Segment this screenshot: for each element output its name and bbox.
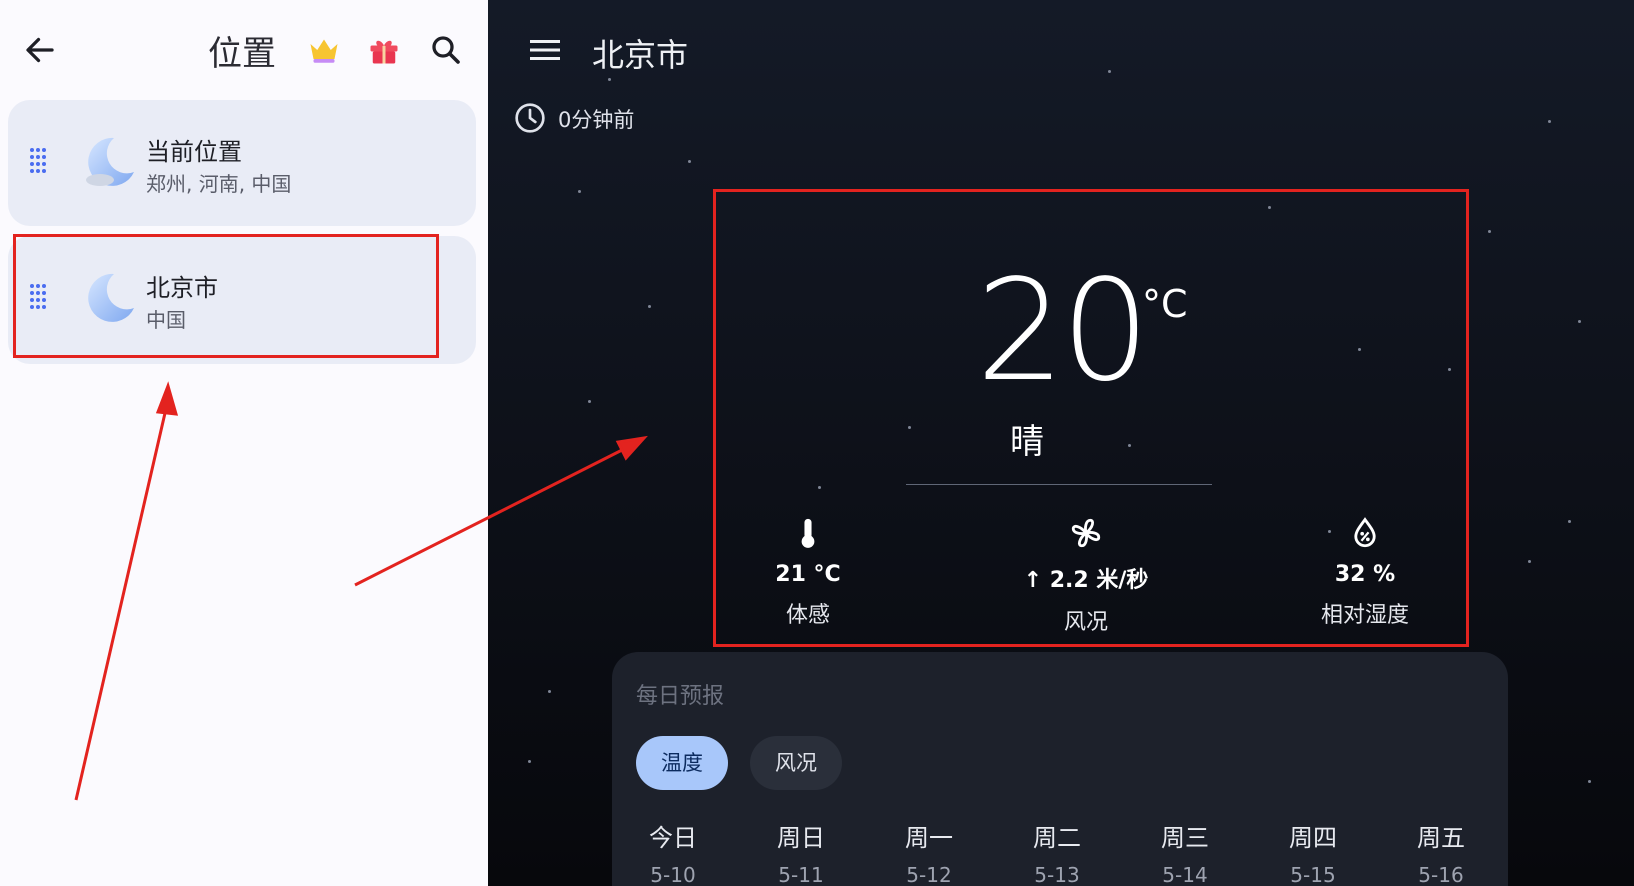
location-subtitle: 郑州, 河南, 中国 [146,172,292,196]
star [1588,780,1591,783]
forecast-day[interactable]: 周五 5-16 [1386,818,1496,886]
star [1528,560,1531,563]
city-title: 北京市 [592,36,689,74]
search-icon[interactable] [428,32,464,68]
day-date: 5-12 [906,863,952,886]
day-date: 5-10 [650,863,696,886]
star [1568,520,1571,523]
daily-forecast-card: 每日预报 温度 风况 今日 5-10 周日 5-11 周一 5-12 周二 5-… [612,652,1508,886]
updated-time: 0分钟前 [558,108,635,132]
menu-icon[interactable] [528,36,562,64]
day-date: 5-11 [778,863,824,886]
crown-icon[interactable] [306,32,342,68]
star [548,690,551,693]
highlight-box-selected-location [13,234,439,358]
locations-toolbar: 位置 [0,0,488,100]
gift-icon[interactable] [366,32,402,68]
star [1488,230,1491,233]
star [608,78,611,81]
star [578,190,581,193]
forecast-day[interactable]: 周三 5-14 [1130,818,1240,886]
moon-cloud-icon [86,137,134,186]
locations-panel: 位置 当前位置 郑州, 河南, 中国 北京市 中国 [0,0,488,886]
weather-panel: 北京市 0分钟前 20 °C 晴 21 °C 体感 ↑ 2.2 米/秒 风况 3… [488,0,1634,886]
forecast-day[interactable]: 周一 5-12 [874,818,984,886]
day-name: 周日 [777,824,825,852]
day-date: 5-14 [1162,863,1208,886]
day-name: 今日 [649,824,697,852]
day-name: 周五 [1417,824,1465,852]
day-name: 周一 [905,824,953,852]
day-date: 5-16 [1418,863,1464,886]
clock-icon [515,103,545,133]
tab-wind[interactable]: 风况 [750,736,842,790]
back-arrow-icon[interactable] [22,32,58,68]
location-card-current[interactable]: 当前位置 郑州, 河南, 中国 [8,100,476,226]
day-name: 周三 [1161,824,1209,852]
location-name: 当前位置 [146,138,242,166]
page-title: 位置 [208,34,276,74]
tab-temperature[interactable]: 温度 [636,736,728,790]
star [688,160,691,163]
day-name: 周二 [1033,824,1081,852]
drag-handle-icon[interactable] [28,146,48,174]
day-date: 5-13 [1034,863,1080,886]
forecast-day[interactable]: 周四 5-15 [1258,818,1368,886]
day-date: 5-15 [1290,863,1336,886]
daily-forecast-title: 每日预报 [636,684,725,709]
day-name: 周四 [1289,824,1337,852]
forecast-day[interactable]: 周二 5-13 [1002,818,1112,886]
forecast-day[interactable]: 今日 5-10 [618,818,728,886]
star [528,760,531,763]
star [1548,120,1551,123]
highlight-box-current-weather [713,189,1469,647]
forecast-day[interactable]: 周日 5-11 [746,818,856,886]
star [1108,70,1111,73]
